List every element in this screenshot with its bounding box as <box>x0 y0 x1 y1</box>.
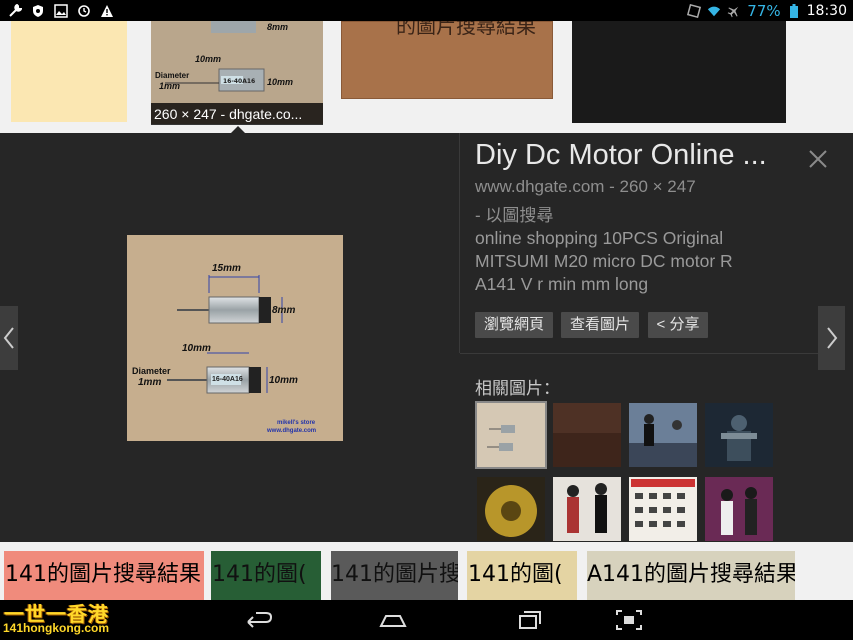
screenshot-icon <box>687 3 702 18</box>
battery-percent: 77% <box>747 1 781 20</box>
result-thumbnail[interactable] <box>572 21 786 123</box>
home-icon <box>379 615 407 627</box>
wrench-icon <box>8 3 22 18</box>
screenshot-button[interactable] <box>614 608 644 632</box>
source-site[interactable]: www.dhgate.com - 260 × 247 <box>475 177 696 197</box>
main-preview-image[interactable]: 15mm 8mm 10mm Diameter 1mm 16-40A16 10mm… <box>127 235 343 441</box>
bottom-results-strip: 141的圖片搜尋結果 141的圖( 141的圖片搜 141的圖( A141的圖片… <box>0 542 853 600</box>
selection-caret <box>229 126 247 133</box>
logo-url: 141hongkong.com <box>3 621 110 635</box>
airplane-icon <box>727 4 741 18</box>
view-image-button[interactable]: 查看圖片 <box>561 312 639 338</box>
watermark: mikell's store <box>277 420 316 426</box>
thumb-label: 10mm <box>195 54 222 64</box>
top-results-strip: 16-40A16 8mm 10mm Diameter 1mm 10mm 的圖片搜… <box>0 21 853 133</box>
related-image[interactable] <box>553 403 621 467</box>
wifi-icon <box>707 4 721 18</box>
thumbnail-caption: 260 × 247 - dhgate.co... <box>151 103 323 125</box>
related-image[interactable] <box>475 401 547 469</box>
preview-label: 1mm <box>138 377 162 388</box>
thumb-label: Diameter <box>155 71 190 80</box>
screenshot-icon <box>616 610 642 630</box>
clock: 18:30 <box>806 2 847 19</box>
warning-icon <box>100 4 114 18</box>
image-icon <box>54 3 68 18</box>
preview-label: Diameter <box>132 366 171 376</box>
back-button[interactable] <box>244 608 274 632</box>
overlap-text: 的圖片搜尋結果 <box>396 21 536 38</box>
search-by-image-link[interactable]: - 以圖搜尋 <box>475 201 553 226</box>
thumb-label: 8mm <box>267 22 289 32</box>
related-image[interactable] <box>705 477 773 541</box>
home-button[interactable] <box>378 608 408 632</box>
preview-label: 15mm <box>212 263 241 274</box>
notification-icons <box>0 0 114 21</box>
chevron-left-icon <box>3 327 14 349</box>
result-thumbnail[interactable] <box>11 21 127 122</box>
image-description: online shopping 10PCS Original MITSUMI M… <box>475 228 733 294</box>
svg-text:16-40A16: 16-40A16 <box>223 78 255 85</box>
close-button[interactable] <box>806 147 830 171</box>
next-image-button[interactable] <box>818 306 845 370</box>
system-navigation-bar <box>0 600 853 640</box>
result-thumbnail[interactable]: A141的圖片搜尋結果 <box>587 551 795 600</box>
visit-page-button[interactable]: 瀏覽網頁 <box>475 312 553 338</box>
related-image[interactable] <box>629 403 697 467</box>
shield-icon <box>31 4 45 18</box>
recent-apps-icon <box>519 611 541 629</box>
sync-icon <box>77 4 91 18</box>
image-detail-panel: 15mm 8mm 10mm Diameter 1mm 16-40A16 10mm… <box>0 133 853 542</box>
previous-image-button[interactable] <box>0 306 18 370</box>
result-thumbnail[interactable]: 141的圖片搜 <box>331 551 458 600</box>
result-thumbnail[interactable]: 141的圖( <box>467 551 577 600</box>
result-thumbnail[interactable]: 的圖片搜尋結果 <box>341 21 553 99</box>
back-icon <box>247 612 273 628</box>
preview-label: 8mm <box>272 305 296 316</box>
motor-marking: 16-40A16 <box>212 376 243 383</box>
related-image[interactable] <box>705 403 773 467</box>
preview-label: 10mm <box>182 343 211 354</box>
related-image[interactable] <box>553 477 621 541</box>
battery-icon <box>787 3 801 18</box>
site-watermark-logo: 一世一香港 141hongkong.com <box>0 596 125 640</box>
recent-apps-button[interactable] <box>514 608 544 632</box>
related-image[interactable] <box>629 477 697 541</box>
close-icon <box>809 150 827 168</box>
thumb-label: 10mm <box>267 77 294 87</box>
status-bar: 77% 18:30 <box>0 0 853 21</box>
share-button[interactable]: < 分享 <box>648 312 708 338</box>
divider <box>460 353 845 354</box>
result-thumbnail[interactable]: 141的圖片搜尋結果 <box>4 551 204 600</box>
divider <box>459 133 460 353</box>
image-title[interactable]: Diy Dc Motor Online ... <box>475 139 767 172</box>
thumb-label: 1mm <box>159 81 181 91</box>
chevron-right-icon <box>826 327 837 349</box>
watermark: www.dhgate.com <box>267 428 317 434</box>
preview-label: 10mm <box>269 375 298 386</box>
system-indicators: 77% 18:30 <box>687 0 847 21</box>
result-thumbnail[interactable]: 141的圖( <box>211 551 321 600</box>
related-images-heading: 相關圖片： <box>475 379 560 398</box>
related-image[interactable] <box>477 477 545 541</box>
